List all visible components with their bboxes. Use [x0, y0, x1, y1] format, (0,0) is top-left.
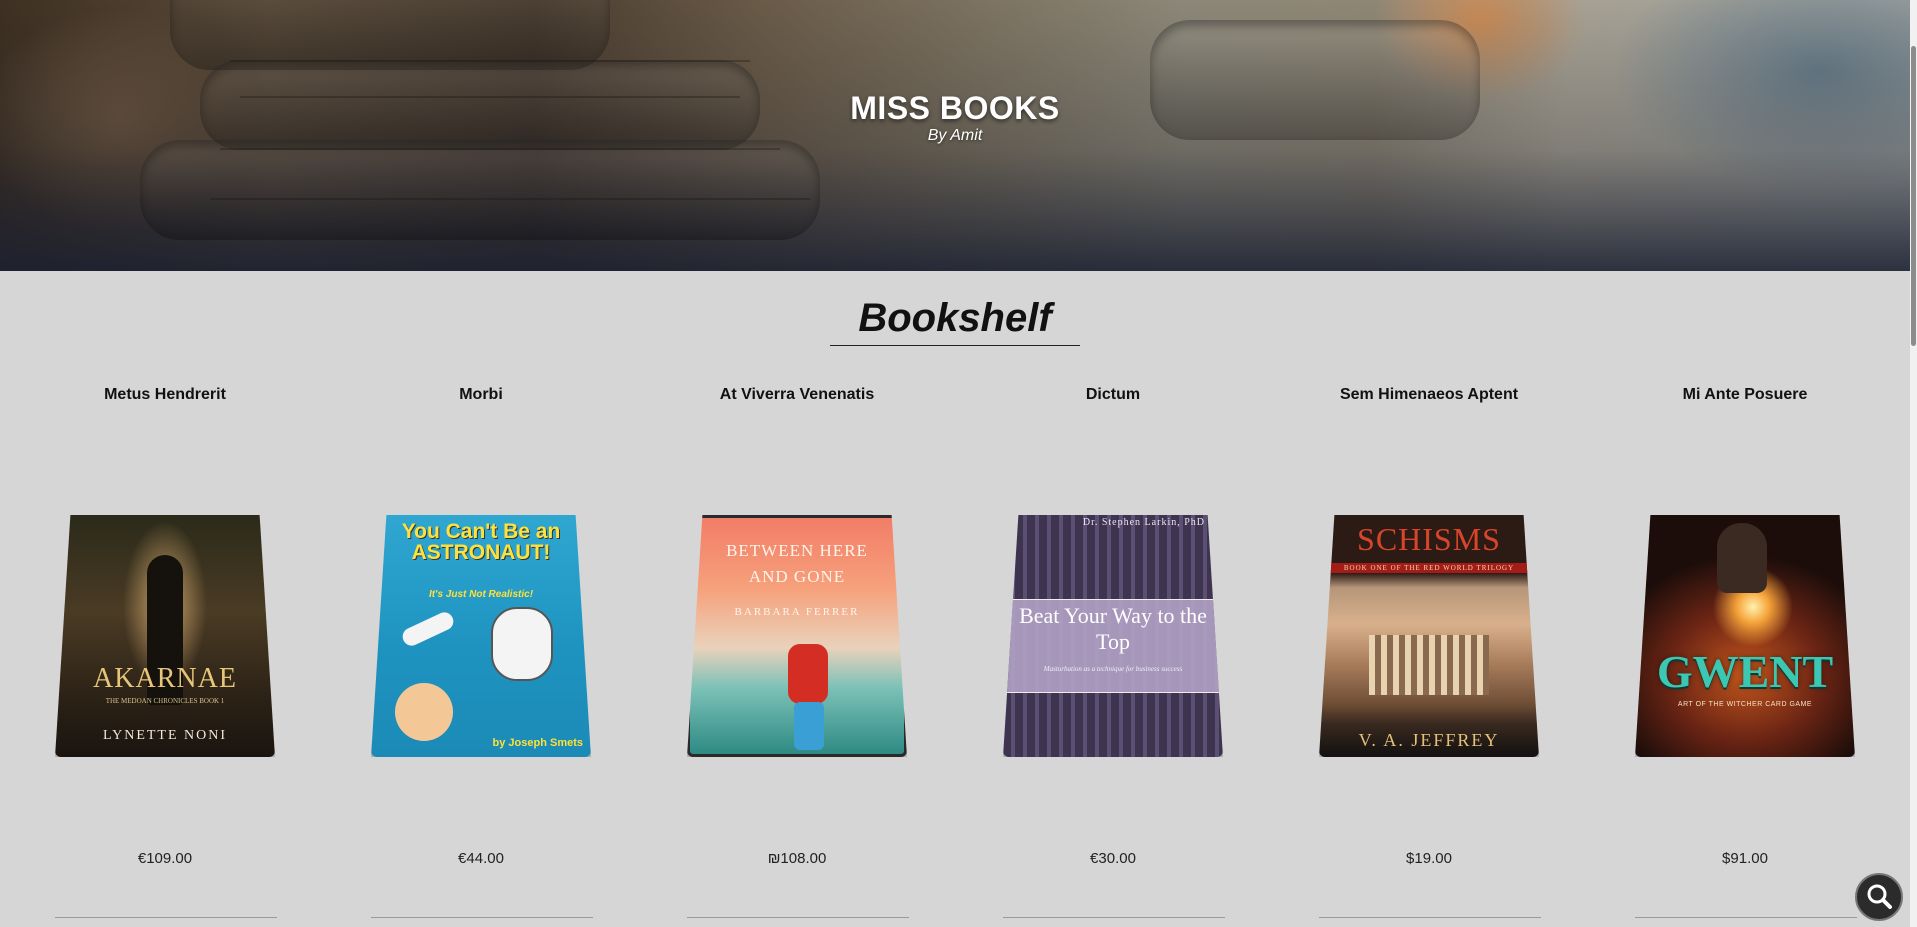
cover-title: Beat Your Way to the Top [1019, 603, 1207, 654]
cover-title: SCHISMS [1357, 521, 1501, 557]
book-cover[interactable]: You Can't Be an ASTRONAUT! It's Just Not… [371, 515, 591, 757]
book-title[interactable]: At Viverra Venenatis [682, 386, 912, 404]
cover-subtitle: Masturbation as a technique for business… [1043, 665, 1183, 673]
cover-witcher-figure [1717, 523, 1767, 593]
book-cover[interactable]: AKARNAE THE MEDOAN CHRONICLES BOOK 1 LYN… [55, 515, 275, 757]
cover-title: AKARNAE [93, 663, 237, 694]
hero-texture-line [230, 60, 750, 62]
cover-title: You Can't Be an ASTRONAUT! [401, 520, 561, 564]
book-list: Metus Hendrerit AKARNAE THE MEDOAN CHRON… [0, 380, 1910, 927]
book-title[interactable]: Metus Hendrerit [50, 386, 280, 404]
book-card[interactable]: Sem Himenaeos Aptent SCHISMS BOOK ONE OF… [1314, 380, 1544, 927]
cover-title: GWENT [1656, 646, 1834, 697]
book-card[interactable]: At Viverra Venenatis BETWEEN HERE AND GO… [682, 380, 912, 927]
cover-author: BARBARA FERRER [734, 606, 860, 618]
hero-banner: MISS BOOKS By Amit [0, 0, 1910, 271]
cover-figure [788, 644, 828, 704]
book-title[interactable]: Morbi [366, 386, 596, 404]
card-divider [371, 917, 593, 918]
book-title[interactable]: Sem Himenaeos Aptent [1314, 386, 1544, 404]
book-cover[interactable]: GWENT ART OF THE WITCHER CARD GAME [1635, 515, 1855, 757]
card-divider [1635, 917, 1857, 918]
book-card[interactable]: Metus Hendrerit AKARNAE THE MEDOAN CHRON… [50, 380, 280, 927]
card-divider [55, 917, 277, 918]
cover-temple [1369, 635, 1489, 695]
book-card[interactable]: Morbi You Can't Be an ASTRONAUT! It's Ju… [366, 380, 596, 927]
cover-series: THE MEDOAN CHRONICLES BOOK 1 [105, 697, 225, 705]
cover-astronaut [491, 607, 553, 681]
cover-author: LYNETTE NONI [102, 728, 228, 743]
cover-rocket [399, 609, 457, 649]
book-price: €109.00 [137, 850, 193, 867]
cover-author: Dr. Stephen Larkin, PhD [1082, 517, 1205, 528]
book-price: €30.00 [1090, 850, 1136, 867]
cover-figure-legs [794, 702, 824, 750]
magnifier-icon [1867, 884, 1892, 909]
book-price: ₪108.00 [767, 850, 827, 867]
book-title[interactable]: Dictum [998, 386, 1228, 404]
scrollbar-thumb[interactable] [1911, 46, 1916, 346]
book-price: €44.00 [458, 850, 504, 867]
book-cover[interactable]: Dr. Stephen Larkin, PhD Beat Your Way to… [1003, 515, 1223, 757]
site-title: MISS BOOKS [850, 90, 1060, 126]
page-scrollbar[interactable] [1910, 0, 1917, 927]
book-cover[interactable]: SCHISMS BOOK ONE OF THE RED WORLD TRILOG… [1319, 515, 1539, 757]
bookshelf-heading: Bookshelf [830, 296, 1080, 346]
book-cover[interactable]: BETWEEN HERE AND GONE BARBARA FERRER [687, 515, 907, 757]
card-divider [1003, 917, 1225, 918]
book-price: $19.00 [1406, 850, 1452, 867]
book-card[interactable]: Dictum Dr. Stephen Larkin, PhD Beat Your… [998, 380, 1228, 927]
cover-child-face [395, 683, 453, 741]
hero-texture-line [210, 198, 810, 200]
card-divider [687, 917, 909, 918]
cover-subtitle: ART OF THE WITCHER CARD GAME [1677, 701, 1813, 708]
page: MISS BOOKS By Amit Bookshelf Metus Hendr… [0, 0, 1917, 927]
cover-series: BOOK ONE OF THE RED WORLD TRILOGY [1319, 563, 1539, 573]
book-title[interactable]: Mi Ante Posuere [1630, 386, 1860, 404]
hero-texture-line [220, 148, 780, 150]
book-price: $91.00 [1722, 850, 1768, 867]
cover-tagline: It's Just Not Realistic! [428, 589, 534, 600]
zoom-button[interactable] [1855, 873, 1903, 921]
card-divider [1319, 917, 1541, 918]
hero-book-decoration [140, 140, 820, 240]
site-subtitle: By Amit [927, 127, 983, 144]
book-card[interactable]: Mi Ante Posuere GWENT ART OF THE WITCHER… [1630, 380, 1860, 927]
cover-author: by Joseph Smets [492, 737, 583, 749]
cover-author: V. A. JEFFREY [1358, 730, 1500, 750]
cover-title: BETWEEN HERE AND GONE [726, 541, 868, 586]
